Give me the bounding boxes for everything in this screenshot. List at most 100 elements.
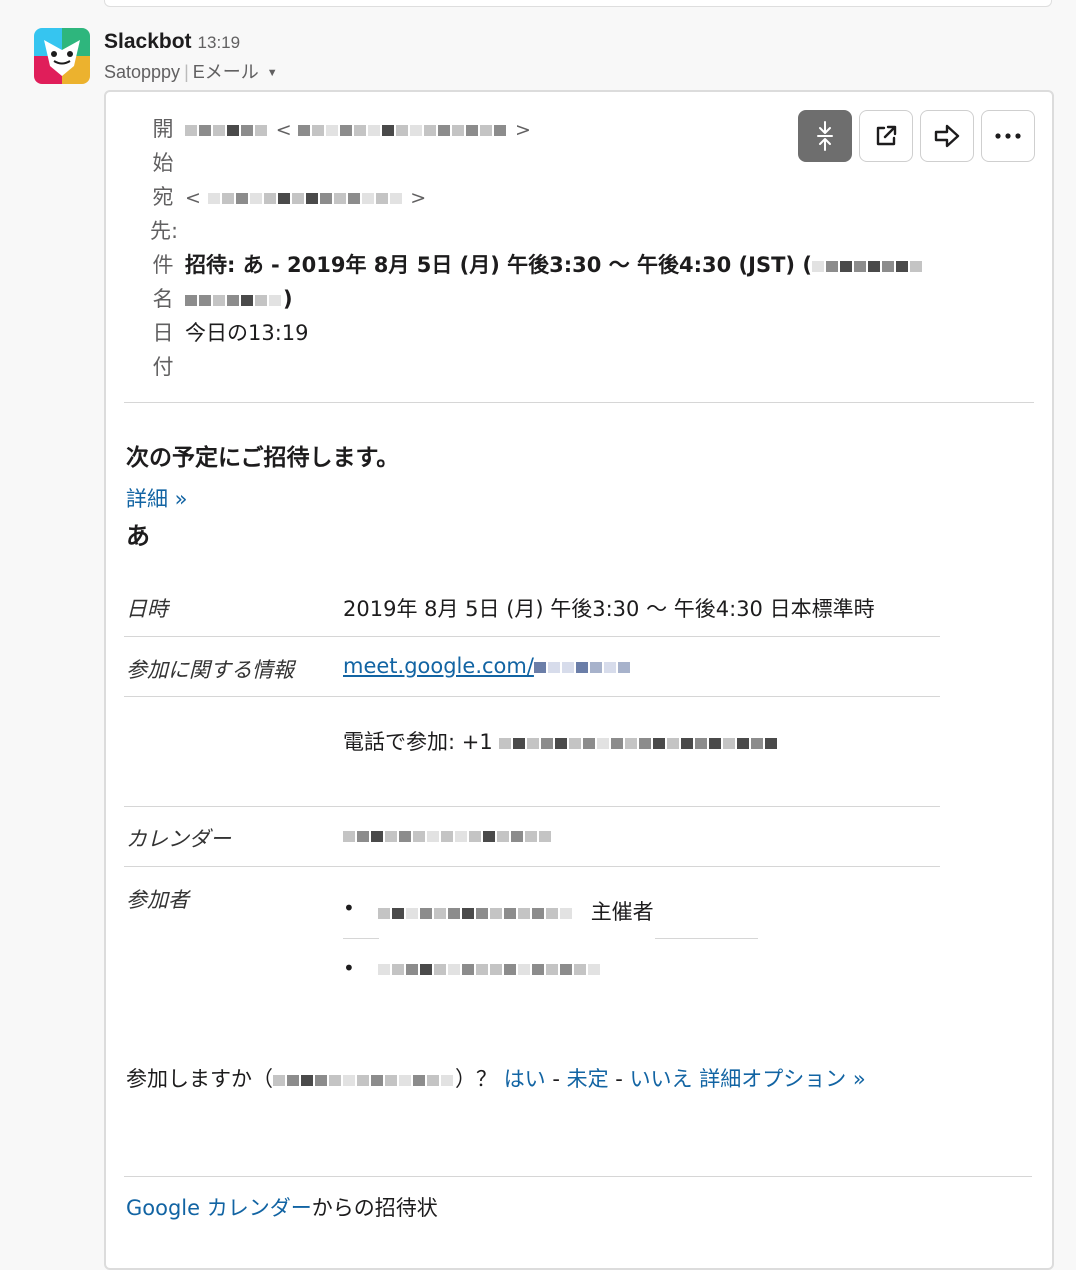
redacted-block [555,737,568,749]
redacted-block [588,963,600,975]
redacted-block [361,192,374,204]
redacted-block [811,260,824,272]
redacted-block [653,737,666,749]
join-info-label: 参加に関する情報 [126,658,294,682]
external-link-icon [876,125,897,146]
redacted-block [909,260,922,272]
redacted-block [396,124,409,136]
more-options-link[interactable]: 詳細オプション » [699,1067,866,1091]
redacted-block [532,963,544,975]
redacted-block [895,260,908,272]
redacted-block [560,907,572,919]
redacted-block [681,737,694,749]
attendee-organizer: 主催者 [378,896,654,926]
redacted-block [347,192,360,204]
datetime-label: 日時 [126,597,168,621]
redacted-block [547,661,560,673]
redacted-block [305,192,318,204]
footer-divider [124,1176,1032,1177]
redacted-block [561,661,574,673]
slackbot-avatar[interactable] [34,28,90,84]
redacted-block [569,737,582,749]
redacted-block [227,294,239,306]
rsvp-yes-link[interactable]: はい [504,1067,546,1091]
redacted-block [667,737,680,749]
redacted-block [452,124,465,136]
rsvp-maybe-link[interactable]: 未定 [567,1067,609,1091]
redacted-block [462,907,474,919]
redacted-block [560,963,572,975]
separator: | [184,62,189,82]
redacted-block [518,907,530,919]
subject-value-line2: ) [185,282,293,316]
redacted-block [357,1074,369,1086]
redacted-block [541,737,554,749]
invite-intro: 次の予定にご招待します。 [126,445,400,471]
redacted-block [853,260,866,272]
rsvp-no-link[interactable]: いいえ [630,1067,693,1091]
redacted-block [532,907,544,919]
redacted-block [881,260,894,272]
redacted-block [603,661,616,673]
attendee-item: • [343,896,355,920]
redacted-block [438,124,451,136]
redacted-block [406,963,418,975]
previous-message-card [104,0,1052,7]
redacted-block [434,963,446,975]
label-char: 宛 [152,185,174,209]
label-char: 始 [152,151,174,175]
redacted-block [476,907,488,919]
redacted-block [617,661,630,673]
redacted-block [427,830,439,842]
redacted-block [476,963,488,975]
redacted-block [392,907,404,919]
redacted-block [277,192,290,204]
redacted-block [199,124,211,136]
redacted-block [867,260,880,272]
redacted-block [221,192,234,204]
more-icon [995,133,1021,139]
rsvp-question: 参加しますか（ ）？ はい - 未定 - いいえ 詳細オプション » [126,1062,1016,1096]
attendees-label: 参加者 [126,888,189,912]
row-divider [124,696,940,697]
meet-link[interactable]: meet.google.com/ [343,654,534,678]
details-link[interactable]: 詳細 » [126,483,188,513]
forward-button[interactable] [920,110,974,162]
open-external-button[interactable] [859,110,913,162]
sender-name[interactable]: Slackbot [104,30,192,53]
header-divider [124,402,1034,403]
angle-open: < [185,187,201,209]
more-actions-button[interactable] [981,110,1035,162]
to-label: 宛 先: [150,180,178,248]
redacted-block [185,294,197,306]
redacted-block [399,1074,411,1086]
redacted-block [527,737,540,749]
google-calendar-link[interactable]: Google カレンダー [126,1196,312,1220]
redacted-block [455,830,467,842]
redacted-block [448,907,460,919]
redacted-block [413,830,425,842]
angle-close: > [410,187,427,209]
redacted-block [399,830,411,842]
redacted-block [480,124,493,136]
redacted-block [298,124,311,136]
label-char: 付 [152,355,174,379]
redacted-block [273,1074,285,1086]
redacted-block [241,294,253,306]
row-divider [124,866,940,867]
angle-open: < [275,119,292,141]
collapse-button[interactable] [798,110,852,162]
redacted-block [424,124,437,136]
chevron-down-icon[interactable]: ▼ [267,67,278,79]
redacted-block [406,907,418,919]
redacted-block [326,124,339,136]
redacted-block [291,192,304,204]
redacted-block [185,124,197,136]
message-header: Slackbot 13:19 [104,30,240,54]
redacted-block [255,294,267,306]
message-subline: Satopppy | Eメール ▼ [104,58,278,84]
redacted-block [287,1074,299,1086]
to-value: < > [185,180,426,215]
message-time[interactable]: 13:19 [198,33,241,52]
redacted-block [611,737,624,749]
